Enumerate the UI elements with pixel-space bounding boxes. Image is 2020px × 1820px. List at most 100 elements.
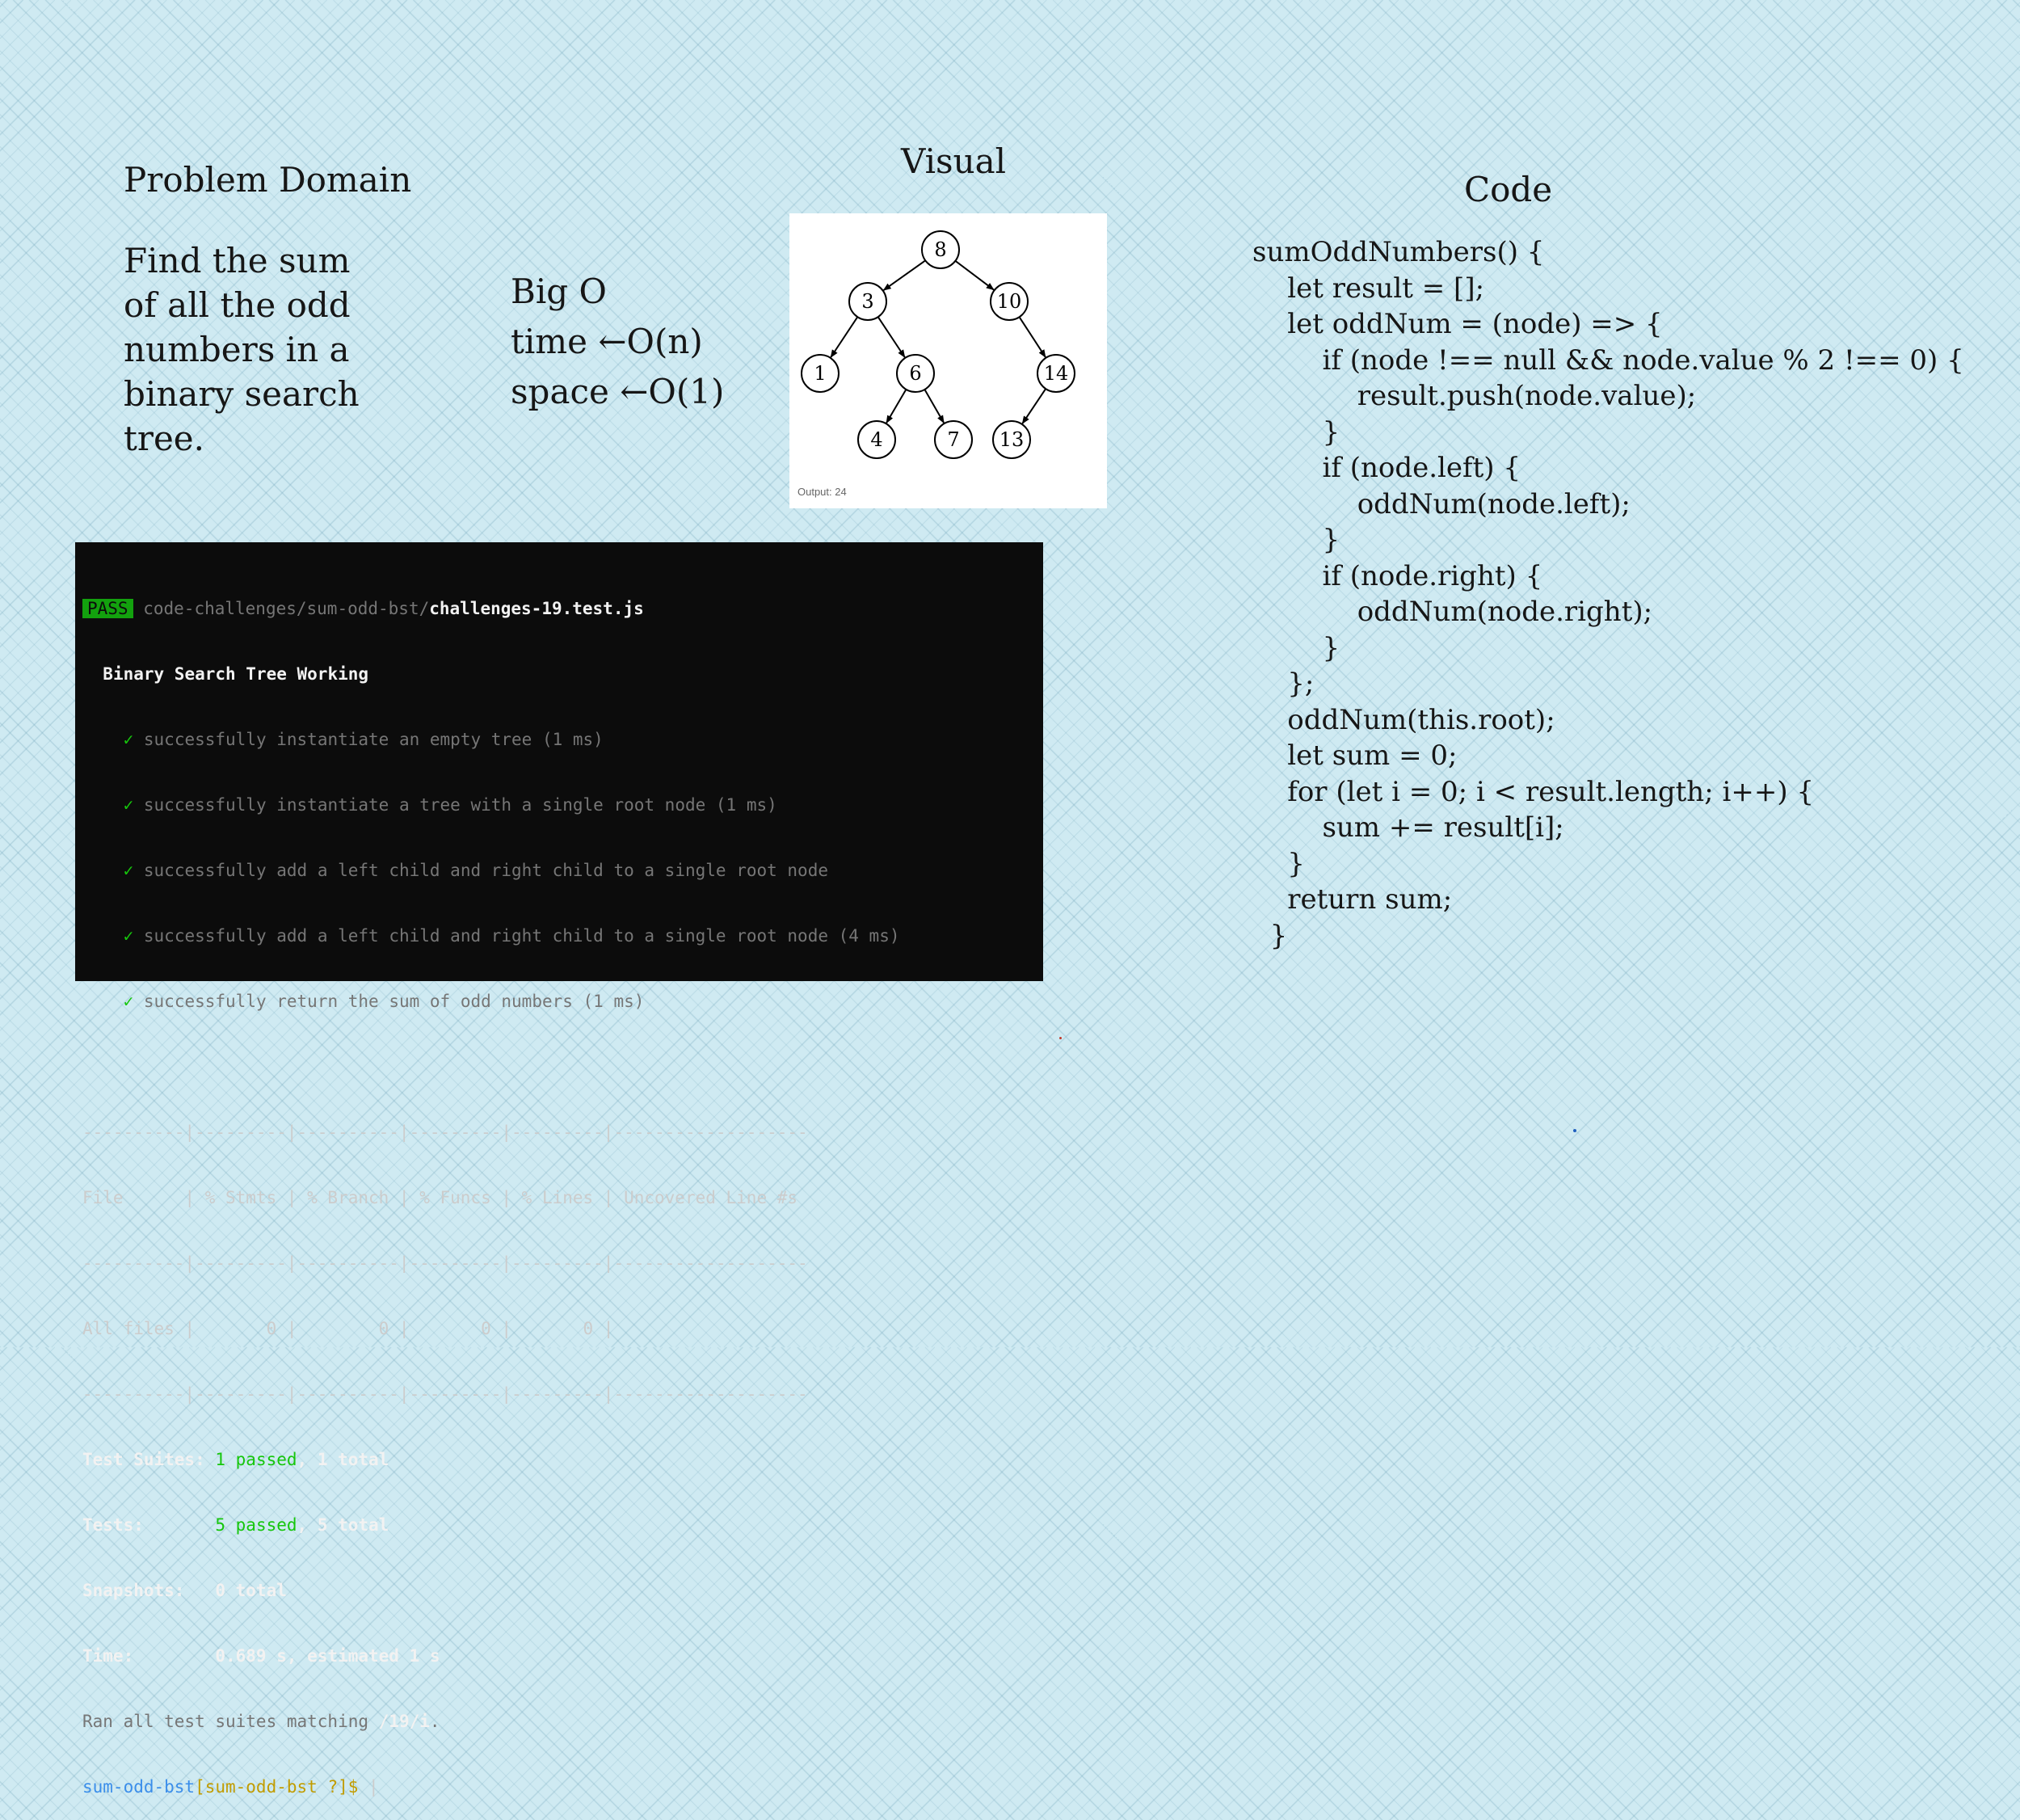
ran-suffix: . [429,1712,440,1731]
check-icon: ✓ [123,992,134,1011]
tree-edge [882,259,926,291]
code-line: } [1252,919,1288,952]
test-file-line: PASS code-challenges/sum-odd-bst/challen… [82,598,1043,620]
code-line: if (node !== null && node.value % 2 !== … [1252,343,1964,377]
text-cursor: | [368,1777,379,1797]
summary-label: Tests: [82,1515,216,1535]
tree-node-label: 10 [997,290,1022,313]
coverage-separator: ----------|---------|----------|--------… [82,1123,808,1142]
big-o-block: Big O time ←O(n) space ←O(1) [511,267,724,417]
tree-edge [877,316,906,358]
code-line: } [1252,847,1305,880]
visual-heading: Visual [901,141,1007,181]
test-suites-summary: Test Suites: 1 passed, 1 total [82,1449,1043,1471]
code-line: result.push(node.value); [1252,380,1697,412]
tree-node-label: 3 [861,290,873,313]
test-result-line: ✓ successfully add a left child and righ… [82,925,1043,947]
suite-name: Binary Search Tree Working [103,664,369,684]
summary-label: Test Suites: [82,1450,216,1469]
test-result-line: ✓ successfully add a left child and righ… [82,860,1043,882]
tree-nodes: 8 3 10 1 6 14 4 7 13 [801,230,1075,459]
problem-description: Find the sum of all the odd numbers in a… [124,238,366,461]
test-name: successfully return the sum of odd numbe… [143,992,645,1011]
test-file: challenges-19.test.js [429,599,644,618]
code-line: return sum; [1252,883,1453,916]
problem-domain-heading: Problem Domain [124,160,412,200]
tree-edge [830,316,859,358]
check-icon: ✓ [123,926,134,946]
code-line: sum += result[i]; [1252,811,1564,844]
check-icon: ✓ [123,730,134,749]
tree-edge [954,260,995,291]
ran-prefix: Ran all test suites matching [82,1712,379,1731]
summary-total: , 5 total [297,1515,389,1535]
coverage-separator: ----------|---------|----------|--------… [82,1384,808,1404]
test-name: successfully add a left child and right … [143,926,900,946]
code-line: } [1252,524,1340,556]
ran-suites-line: Ran all test suites matching /19/i. [82,1711,1043,1733]
problem-line: Find the sum [124,241,351,280]
code-line: let sum = 0; [1252,739,1458,772]
stray-dot [1059,1037,1062,1039]
coverage-row: All files | 0 | 0 | 0 | 0 | [82,1319,614,1338]
tree-edge [924,389,945,424]
tree-node-label: 4 [870,428,882,451]
summary-total: , 1 total [297,1450,389,1469]
problem-line: numbers in a [124,330,350,369]
test-result-line: ✓ successfully instantiate a tree with a… [82,794,1043,816]
ran-pattern: /19/i [378,1712,430,1731]
tree-edge [1018,316,1046,358]
prompt-branch: [sum-odd-bst ?]$ [195,1777,369,1797]
tree-visual-card: 8 3 10 1 6 14 4 7 13 Output: 24 [789,213,1107,508]
test-name: successfully instantiate a tree with a s… [143,795,777,815]
tree-edge [1021,388,1047,424]
terminal-window: PASS code-challenges/sum-odd-bst/challen… [75,542,1043,1797]
snapshots-summary: Snapshots: 0 total [82,1581,287,1600]
suite-name-line: Binary Search Tree Working [82,664,1043,685]
code-line: if (node.left) { [1252,452,1521,484]
test-name: successfully add a left child and right … [143,861,828,880]
tree-node-label: 14 [1044,362,1069,385]
check-icon: ✓ [123,795,134,815]
binary-tree-diagram: 8 3 10 1 6 14 4 7 13 [801,230,1075,459]
time-summary: Time: 0.689 s, estimated 1 s [82,1646,440,1666]
tree-node-label: 6 [909,362,921,385]
test-result-line: ✓ successfully instantiate an empty tree… [82,729,1043,751]
code-line: oddNum(this.root); [1252,703,1555,736]
shell-prompt[interactable]: sum-odd-bst[sum-odd-bst ?]$ | [82,1776,1043,1798]
summary-passed: 1 passed [215,1450,297,1469]
code-line: let oddNum = (node) => { [1252,308,1663,340]
tree-node-label: 8 [934,238,946,261]
code-line: } [1252,415,1340,449]
big-o-heading: Big O [511,272,607,311]
code-line: let result = []; [1252,272,1485,305]
summary-passed: 5 passed [215,1515,297,1535]
prompt-directory: sum-odd-bst [82,1777,196,1797]
tree-node-label: 7 [947,428,959,451]
stray-dot [1573,1129,1576,1132]
tree-node-label: 13 [999,428,1025,451]
problem-line: of all the odd [124,285,351,325]
code-line: }; [1252,668,1315,700]
code-line: if (node.right) { [1252,559,1543,592]
test-path: code-challenges/sum-odd-bst/ [143,599,430,618]
time-complexity: time ←O(n) [511,322,703,361]
space-complexity: space ←O(1) [511,372,725,411]
test-name: successfully instantiate an empty tree (… [143,730,604,749]
code-line: oddNum(node.right); [1252,596,1653,628]
code-block: sumOddNumbers() { let result = []; let o… [1252,234,1964,954]
output-caption: Output: 24 [797,486,847,498]
code-heading: Code [1464,170,1553,209]
check-icon: ✓ [123,861,134,880]
coverage-header: File | % Stmts | % Branch | % Funcs | % … [82,1188,798,1207]
coverage-separator: ----------|---------|----------|--------… [82,1253,808,1273]
code-line: oddNum(node.left); [1252,487,1631,520]
code-line: for (let i = 0; i < result.length; i++) … [1252,775,1815,808]
code-line: sumOddNumbers() { [1252,236,1545,268]
tree-node-label: 1 [814,362,826,385]
tests-summary: Tests: 5 passed, 5 total [82,1515,1043,1536]
tree-edge [886,389,907,424]
pass-badge: PASS [82,599,133,618]
test-result-line: ✓ successfully return the sum of odd num… [82,991,1043,1013]
